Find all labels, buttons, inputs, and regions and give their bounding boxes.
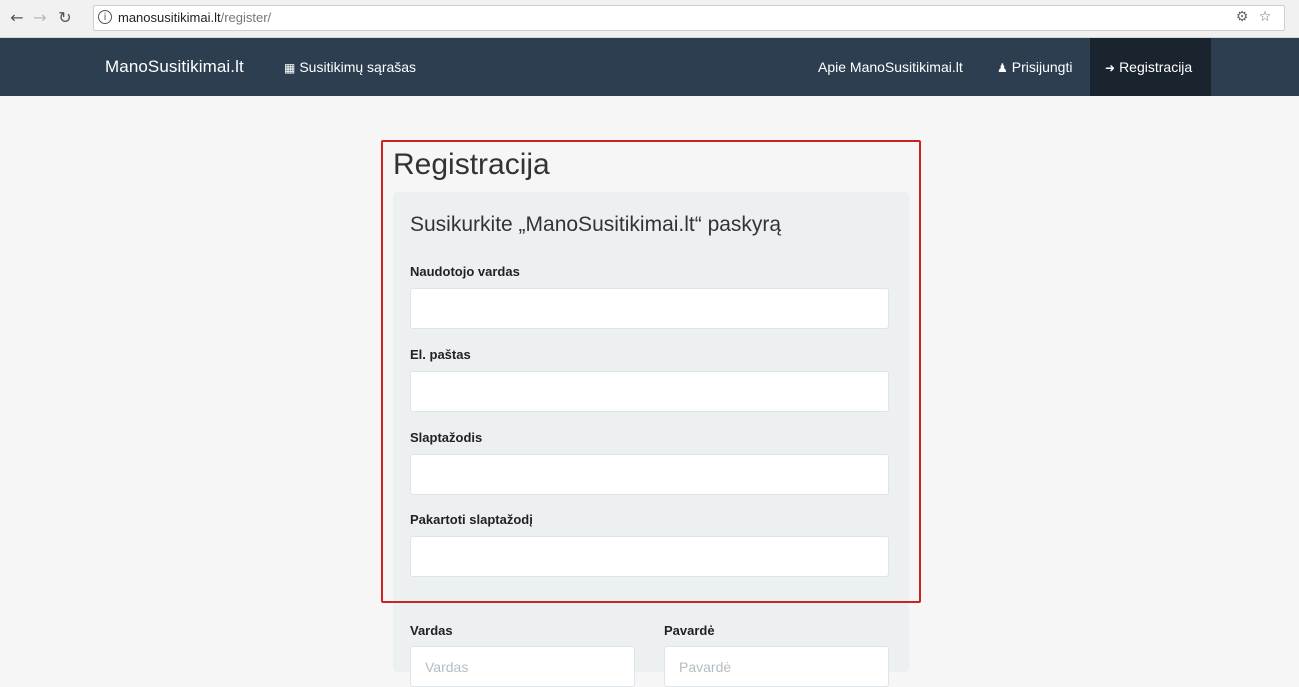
- back-arrow-icon[interactable]: ←: [8, 8, 26, 28]
- email-label: El. paštas: [410, 347, 471, 362]
- password-repeat-label: Pakartoti slaptažodį: [410, 512, 533, 527]
- reload-icon[interactable]: ↻: [56, 8, 74, 28]
- page-title: Registracija: [393, 148, 550, 181]
- username-input[interactable]: [410, 288, 889, 329]
- nav-link-register[interactable]: ➜ Registracija: [1105, 59, 1192, 76]
- url-text: manosusitikimai.lt/register/: [118, 10, 272, 25]
- user-icon: ♟: [997, 61, 1008, 75]
- first-name-input[interactable]: [410, 646, 635, 687]
- calendar-icon: ▦: [284, 61, 296, 75]
- nav-link-about[interactable]: Apie ManoSusitikimai.lt: [818, 59, 963, 75]
- last-name-input[interactable]: [664, 646, 889, 687]
- username-label: Naudotojo vardas: [410, 264, 520, 279]
- password-input[interactable]: [410, 454, 889, 495]
- bookmark-star-icon[interactable]: ☆: [1257, 8, 1273, 26]
- form-title: Susikurkite „ManoSusitikimai.lt“ paskyrą: [410, 213, 782, 236]
- key-icon[interactable]: ⚙: [1234, 8, 1250, 26]
- first-name-label: Vardas: [410, 623, 453, 638]
- last-name-label: Pavardė: [664, 623, 715, 638]
- sign-in-icon: ➜: [1105, 61, 1116, 75]
- address-bar[interactable]: i manosusitikimai.lt/register/: [93, 5, 1285, 31]
- brand-link[interactable]: ManoSusitikimai.lt: [105, 57, 244, 77]
- navbar: ManoSusitikimai.lt ▦ Susitikimų sąrašas A…: [0, 38, 1299, 96]
- password-label: Slaptažodis: [410, 430, 483, 445]
- forward-arrow-icon[interactable]: →: [31, 8, 49, 28]
- password-repeat-input[interactable]: [410, 536, 889, 577]
- browser-toolbar: ← → ↻ i manosusitikimai.lt/register/ ⚙ ☆: [0, 0, 1299, 38]
- nav-link-meetings[interactable]: ▦ Susitikimų sąrašas: [284, 59, 416, 76]
- nav-link-login[interactable]: ♟ Prisijungti: [997, 59, 1072, 76]
- email-input[interactable]: [410, 371, 889, 412]
- info-icon[interactable]: i: [98, 10, 112, 24]
